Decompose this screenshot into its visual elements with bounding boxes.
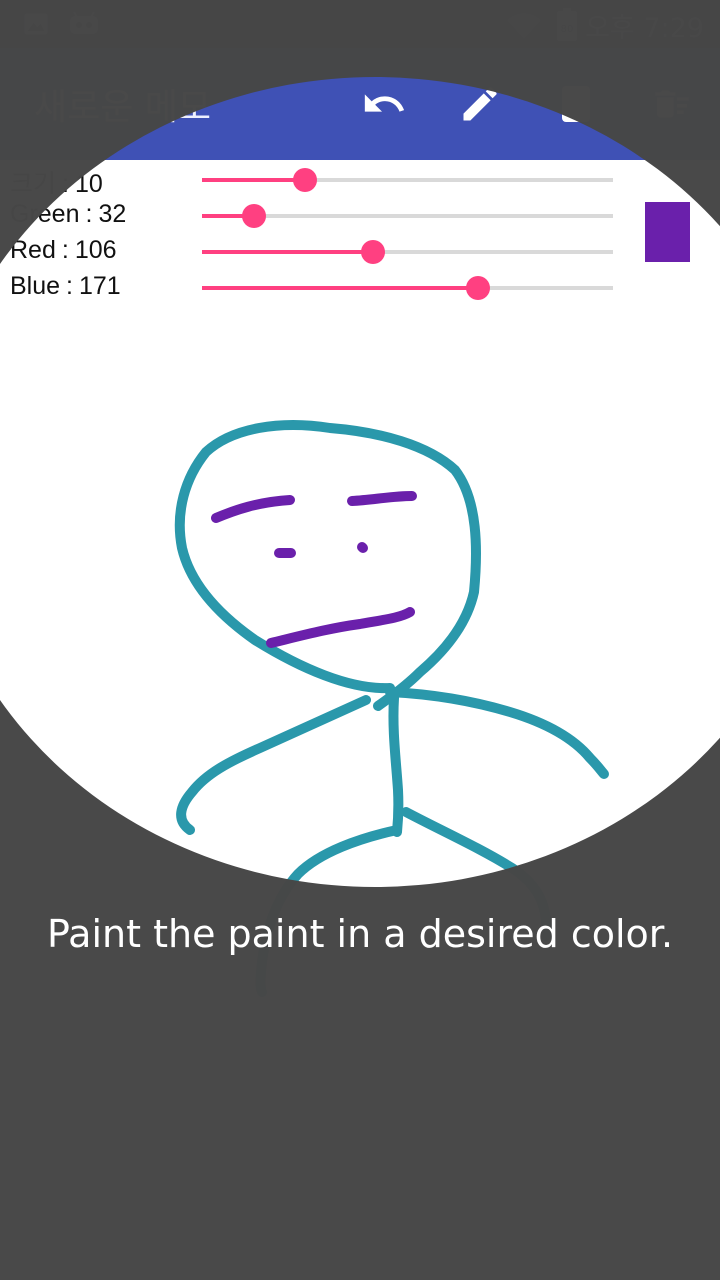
clear-button[interactable]: [644, 76, 700, 132]
wifi-icon: [506, 12, 542, 44]
red-slider-thumb[interactable]: [360, 240, 385, 264]
blue-slider-fill: [202, 286, 478, 290]
delete-sweep-icon: [655, 90, 689, 118]
eraser-button[interactable]: [548, 76, 604, 132]
size-value: 10: [74, 170, 103, 198]
blue-value: 171: [79, 272, 121, 300]
page-title: 새로운 메모: [34, 87, 212, 128]
blue-row: Blue:171: [0, 270, 640, 306]
eraser-icon: [562, 86, 590, 122]
undo-button[interactable]: [356, 76, 412, 132]
size-separator: :: [62, 170, 69, 198]
green-row: Green:32: [0, 198, 640, 234]
green-slider[interactable]: [202, 204, 613, 228]
red-row: Red:106: [0, 234, 640, 270]
size-slider[interactable]: [202, 168, 613, 192]
right-eyebrow-stroke: [347, 491, 417, 506]
battery-icon: 80: [556, 8, 578, 46]
red-slider-fill: [202, 250, 373, 254]
blue-separator: :: [66, 272, 73, 300]
red-separator: :: [61, 236, 69, 264]
pencil-button[interactable]: [452, 76, 508, 132]
battery-level: 80: [561, 24, 574, 35]
status-bar: 80 오후 7:29: [0, 0, 720, 48]
green-label-text: Green: [10, 200, 80, 228]
body-stroke: [388, 693, 404, 837]
size-label: 크기:10: [10, 164, 103, 200]
red-label: Red:106: [10, 236, 117, 265]
tutorial-hint: Paint the paint in a desired color.: [46, 912, 674, 956]
image-icon: [22, 10, 50, 42]
size-slider-fill: [202, 178, 305, 182]
right-arm-stroke: [385, 687, 609, 779]
size-label-text: 크기: [10, 170, 57, 198]
red-label-text: Red: [10, 236, 56, 264]
size-slider-thumb[interactable]: [292, 168, 317, 192]
left-eyebrow-stroke: [211, 495, 295, 523]
pencil-icon: [463, 87, 497, 121]
blue-label-text: Blue: [10, 272, 61, 300]
red-slider[interactable]: [202, 240, 613, 264]
blue-label: Blue:171: [10, 272, 121, 301]
green-slider-thumb[interactable]: [241, 204, 266, 228]
right-eye-stroke: [357, 542, 368, 553]
green-separator: :: [85, 200, 93, 228]
green-label: Green:32: [10, 200, 126, 229]
clock: 오후 7:29: [585, 13, 704, 44]
android-debug-icon: [66, 10, 102, 42]
red-value: 106: [74, 236, 117, 264]
head-stroke: [174, 420, 481, 711]
green-value: 32: [98, 200, 127, 228]
blue-slider-thumb[interactable]: [465, 276, 490, 300]
left-arm-stroke: [176, 695, 371, 835]
left-leg-stroke: [255, 825, 402, 997]
app-bar: 새로운 메모: [0, 48, 720, 160]
color-preview-swatch: [645, 202, 690, 262]
mouth-stroke: [266, 607, 415, 648]
brush-controls: 크기:10 Green:32 Red:106 Blue:171: [0, 160, 720, 310]
size-row: 크기:10: [0, 162, 640, 198]
undo-icon: [364, 94, 405, 112]
blue-slider[interactable]: [202, 276, 613, 300]
